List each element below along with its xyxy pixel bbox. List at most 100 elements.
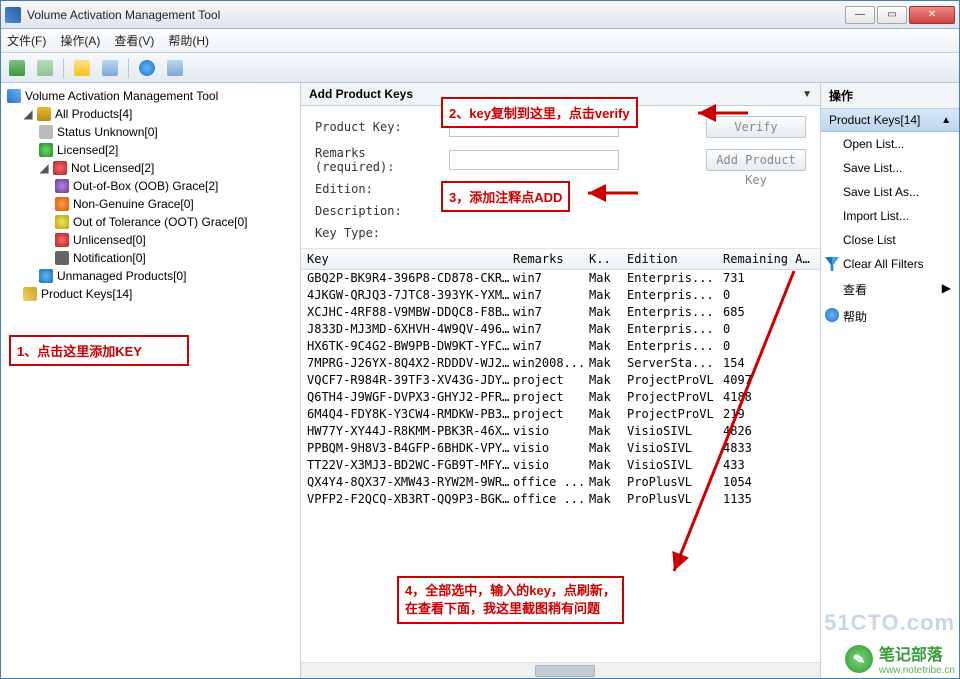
oot-icon: [55, 215, 69, 229]
action-save-list[interactable]: Save List...: [821, 156, 959, 180]
table-row[interactable]: XCJHC-4RF88-V9MBW-DDQC8-F8B3Rwin7MakEnte…: [301, 304, 820, 321]
twisty-icon[interactable]: ◢: [39, 161, 49, 175]
tree-all-products[interactable]: ◢ All Products[4]: [23, 105, 294, 123]
actions-panel: 操作 Product Keys[14] ▲ Open List... Save …: [821, 83, 959, 678]
add-key-button[interactable]: Add Product Key: [706, 149, 806, 171]
minimize-button[interactable]: —: [845, 6, 875, 24]
table-row[interactable]: 6M4Q4-FDY8K-Y3CW4-RMDKW-PB36PprojectMakP…: [301, 406, 820, 423]
col-edition[interactable]: Edition: [627, 252, 723, 266]
help-button[interactable]: [135, 57, 159, 79]
tree-root[interactable]: Volume Activation Management Tool: [7, 87, 294, 105]
panes-button[interactable]: [98, 57, 122, 79]
tree-licensed[interactable]: Licensed[2]: [39, 141, 294, 159]
col-remarks[interactable]: Remarks: [513, 252, 589, 266]
app-icon: [5, 7, 21, 23]
label-remarks: Remarks (required):: [315, 146, 441, 174]
key-icon: [23, 287, 37, 301]
table-row[interactable]: HW77Y-XY44J-R8KMM-PBK3R-46XXVvisioMakVis…: [301, 423, 820, 440]
table-row[interactable]: Q6TH4-J9WGF-DVPX3-GHYJ2-PFRW8projectMakP…: [301, 389, 820, 406]
verify-button[interactable]: Verify: [706, 116, 806, 138]
actions-group[interactable]: Product Keys[14] ▲: [821, 109, 959, 132]
tool-icon: [7, 89, 21, 103]
action-close-list[interactable]: Close List: [821, 228, 959, 252]
tree-label: Status Unknown[0]: [57, 125, 158, 139]
label-product-key: Product Key:: [315, 120, 441, 134]
maximize-button[interactable]: ▭: [877, 6, 907, 24]
action-open-list[interactable]: Open List...: [821, 132, 959, 156]
collapse-icon[interactable]: ▼: [802, 89, 812, 100]
remarks-input[interactable]: [449, 150, 619, 170]
table-row[interactable]: PPBQM-9H8V3-B4GFP-6BHDK-VPY8XvisioMakVis…: [301, 440, 820, 457]
tree-label: All Products[4]: [55, 107, 132, 121]
tree-non-genuine[interactable]: Non-Genuine Grace[0]: [55, 195, 294, 213]
collapse-icon[interactable]: ▲: [941, 115, 951, 126]
tree-unlicensed[interactable]: Unlicensed[0]: [55, 231, 294, 249]
non-genuine-icon: [55, 197, 69, 211]
label-description: Description:: [315, 204, 441, 218]
table-row[interactable]: GBQ2P-BK9R4-396P8-CD878-CKRHXwin7MakEnte…: [301, 270, 820, 287]
tree-unmanaged[interactable]: Unmanaged Products[0]: [39, 267, 294, 285]
col-remaining[interactable]: Remaining A..: [723, 252, 814, 266]
table-row[interactable]: 7MPRG-J26YX-8Q4X2-RDDDV-WJ2CYwin2008...M…: [301, 355, 820, 372]
twisty-icon[interactable]: ◢: [23, 107, 33, 121]
col-key[interactable]: Key: [307, 252, 513, 266]
tree-root-label: Volume Activation Management Tool: [25, 89, 218, 103]
table-row[interactable]: VPFP2-F2QCQ-XB3RT-QQ9P3-BGKBToffice ...M…: [301, 491, 820, 508]
action-save-list-as[interactable]: Save List As...: [821, 180, 959, 204]
menu-file[interactable]: 文件(F): [7, 32, 46, 49]
forward-button[interactable]: [33, 57, 57, 79]
actions-group-label: Product Keys[14]: [829, 113, 920, 127]
horizontal-scrollbar[interactable]: [301, 662, 820, 678]
add-key-form: Product Key: Verify Remarks (required): …: [301, 106, 820, 249]
toolbar-separator: [128, 58, 129, 78]
back-button[interactable]: [5, 57, 29, 79]
menu-action[interactable]: 操作(A): [60, 32, 100, 49]
tree-label: Out of Tolerance (OOT) Grace[0]: [73, 215, 248, 229]
table-row[interactable]: 4JKGW-QRJQ3-7JTC8-393YK-YXMWPwin7MakEnte…: [301, 287, 820, 304]
action-label: Clear All Filters: [843, 257, 924, 271]
action-view[interactable]: 查看▶: [821, 276, 959, 303]
menu-view[interactable]: 查看(V): [114, 32, 154, 49]
menubar: 文件(F) 操作(A) 查看(V) 帮助(H): [1, 29, 959, 53]
action-clear-filters[interactable]: Clear All Filters: [821, 252, 959, 276]
panes-icon: [102, 60, 118, 76]
unlicensed-icon: [55, 233, 69, 247]
layout-button[interactable]: [163, 57, 187, 79]
table-row[interactable]: QX4Y4-8QX37-XMW43-RYW2M-9WRV4office ...M…: [301, 474, 820, 491]
table-row[interactable]: J833D-MJ3MD-6XHVH-4W9QV-496KDwin7MakEnte…: [301, 321, 820, 338]
tree-not-licensed[interactable]: ◢ Not Licensed[2]: [39, 159, 294, 177]
action-label: 帮助: [843, 310, 867, 324]
center-panel: Add Product Keys ▼ 2、key复制到这里，点击verify P…: [301, 83, 821, 678]
panel-title: Add Product Keys ▼: [301, 83, 820, 106]
action-label: 查看: [843, 281, 867, 298]
body: Volume Activation Management Tool ◢ All P…: [1, 83, 959, 678]
grid-body[interactable]: GBQ2P-BK9R4-396P8-CD878-CKRHXwin7MakEnte…: [301, 270, 820, 662]
tree-status-unknown[interactable]: Status Unknown[0]: [39, 123, 294, 141]
tree-product-keys[interactable]: Product Keys[14]: [23, 285, 294, 303]
table-row[interactable]: HX6TK-9C4G2-BW9PB-DW9KT-YFC8Kwin7MakEnte…: [301, 338, 820, 355]
scrollbar-thumb[interactable]: [535, 665, 595, 677]
product-key-input[interactable]: [449, 117, 619, 137]
action-import-list[interactable]: Import List...: [821, 204, 959, 228]
tree-label: Not Licensed[2]: [71, 161, 154, 175]
table-row[interactable]: TT22V-X3MJ3-BD2WC-FGB9T-MFYBHvisioMakVis…: [301, 457, 820, 474]
table-row[interactable]: VQCF7-R984R-39TF3-XV43G-JDYR8projectMakP…: [301, 372, 820, 389]
window-controls: — ▭ ✕: [845, 6, 955, 24]
col-k[interactable]: K..: [589, 252, 627, 266]
tree-oot[interactable]: Out of Tolerance (OOT) Grace[0]: [55, 213, 294, 231]
close-button[interactable]: ✕: [909, 6, 955, 24]
not-licensed-icon: [53, 161, 67, 175]
titlebar: Volume Activation Management Tool — ▭ ✕: [1, 1, 959, 29]
tree-label: Notification[0]: [73, 251, 146, 265]
actions-title: 操作: [821, 83, 959, 109]
toolbar-separator: [63, 58, 64, 78]
tree-oob[interactable]: Out-of-Box (OOB) Grace[2]: [55, 177, 294, 195]
grid-header: Key Remarks K.. Edition Remaining A..: [301, 249, 820, 270]
tree-label: Product Keys[14]: [41, 287, 132, 301]
annotation-1: 1、点击这里添加KEY: [9, 335, 189, 366]
open-button[interactable]: [70, 57, 94, 79]
action-help[interactable]: 帮助: [821, 303, 959, 330]
menu-help[interactable]: 帮助(H): [168, 32, 209, 49]
unknown-icon: [39, 125, 53, 139]
tree-notification[interactable]: Notification[0]: [55, 249, 294, 267]
